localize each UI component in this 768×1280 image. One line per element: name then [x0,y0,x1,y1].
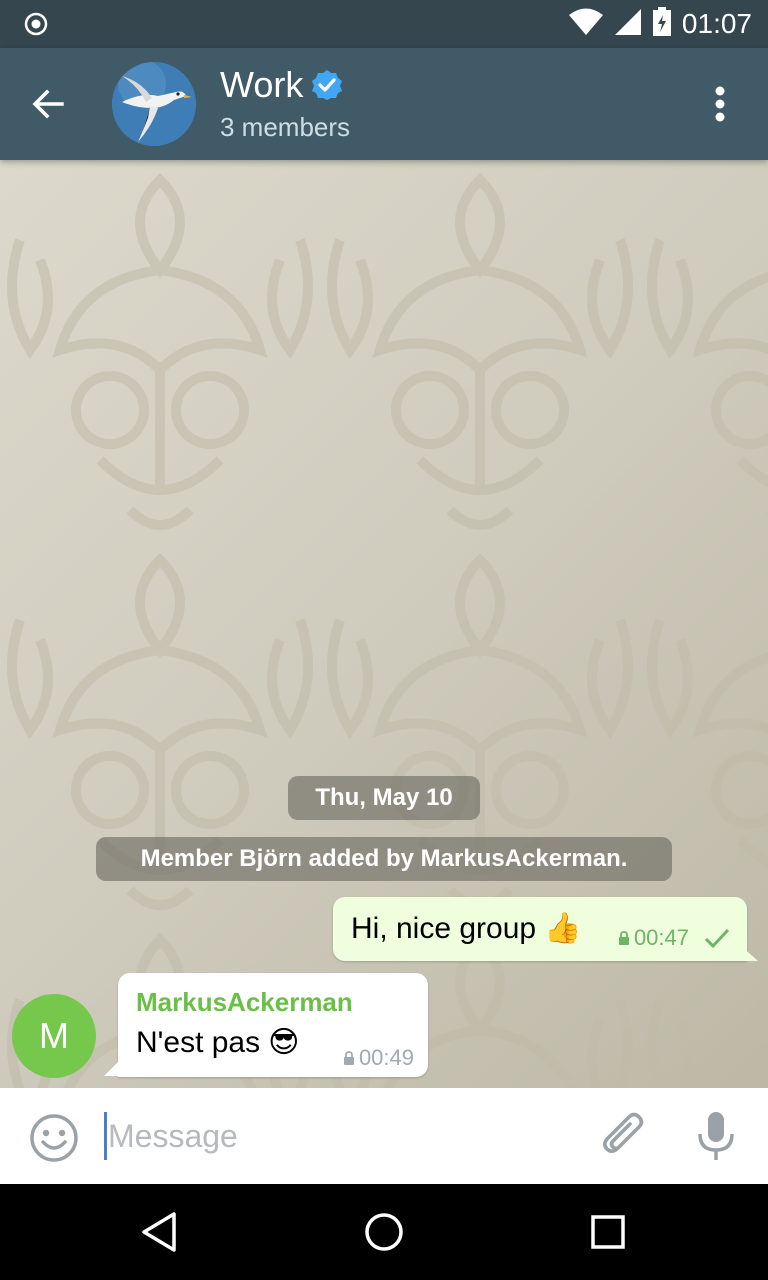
service-message: Member Björn added by MarkusAckerman. [96,837,672,881]
record-icon [24,12,48,36]
status-bar: 01:07 [0,0,768,48]
chat-area[interactable]: Thu, May 10 Member Björn added by Markus… [0,160,768,1088]
chat-title[interactable]: Work [220,64,343,106]
message-time: 00:49 [358,1045,414,1070]
message-text: Hi, nice group [351,911,537,945]
mic-icon [698,1112,734,1160]
emoji-button[interactable] [28,1112,80,1164]
more-options-button[interactable] [698,82,742,126]
system-nav-bar [0,1184,768,1280]
lock-icon [618,931,629,945]
message-time: 00:47 [633,925,689,950]
chat-title-text: Work [220,64,304,105]
signal-icon [614,8,642,41]
group-avatar[interactable] [112,62,196,146]
sunglasses-emoji: 😎 [268,1026,300,1059]
nav-recents-button[interactable] [584,1208,632,1256]
attach-icon [602,1112,644,1154]
nav-home-icon [365,1213,403,1251]
incoming-message[interactable]: MarkusAckerman N'est pas 😎 00:49 [118,973,428,1077]
text-cursor [104,1112,107,1160]
nav-back-icon [142,1212,176,1252]
back-arrow-icon [32,89,64,119]
chat-header: Work 3 members [0,48,768,160]
attach-button[interactable] [598,1108,650,1164]
mic-button[interactable] [694,1108,738,1164]
nav-back-button[interactable] [134,1208,182,1256]
message-meta: 00:49 [343,1045,414,1071]
message-composer [0,1088,768,1184]
message-meta: 00:47 [618,925,731,951]
more-vert-icon [715,86,725,122]
nav-recents-icon [591,1215,625,1249]
sender-avatar[interactable]: M [12,994,96,1078]
lock-icon [343,1051,354,1065]
emoji-icon [30,1114,78,1162]
message-text: N'est pas [136,1025,261,1059]
check-icon [704,928,730,949]
verified-badge-icon [312,70,343,100]
bubble-tail [740,945,758,961]
sender-name[interactable]: MarkusAckerman [136,987,353,1018]
outgoing-message[interactable]: Hi, nice group 👍 00:47 [333,897,747,961]
nav-home-button[interactable] [360,1208,408,1256]
back-button[interactable] [24,80,72,128]
thumbs-up-emoji: 👍 [544,912,582,945]
chat-subtitle: 3 members [220,112,351,142]
seagull-icon [112,62,196,146]
date-separator: Thu, May 10 [288,776,480,820]
wifi-icon [568,8,604,41]
battery-charging-icon [652,6,672,42]
status-time: 01:07 [681,8,752,39]
message-input[interactable] [108,1108,568,1164]
bubble-tail [104,1060,120,1076]
